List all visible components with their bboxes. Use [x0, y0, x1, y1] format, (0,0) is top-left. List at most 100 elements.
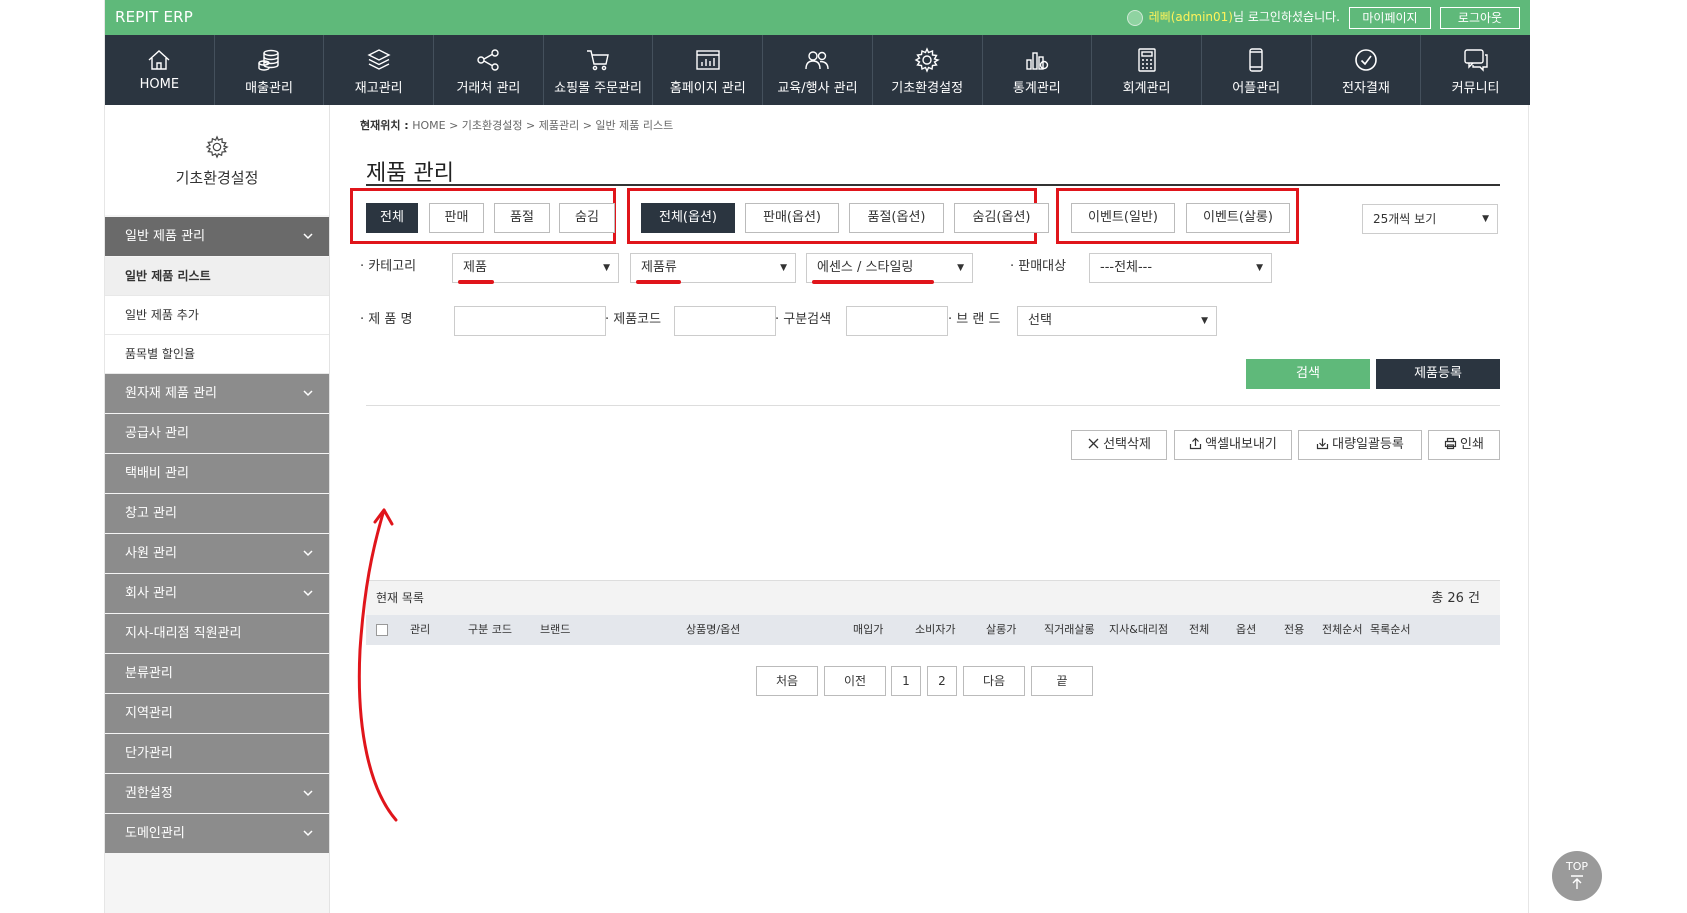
pager-next-button[interactable]: 다음	[963, 666, 1025, 696]
sidebar-item-general-products[interactable]: 일반 제품 관리	[105, 217, 329, 256]
brand-logo[interactable]: REPIT ERP	[115, 0, 193, 35]
sidebar-item-label: 원자재 제품 관리	[125, 386, 217, 401]
nav-accounting[interactable]: 회계관리	[1092, 35, 1202, 105]
sidebar-sub-discount-rate[interactable]: 품목별 할인율	[105, 335, 329, 374]
close-icon	[1088, 438, 1099, 449]
nav-education[interactable]: 교육/행사 관리	[763, 35, 873, 105]
sidebar-item-label: 권한설정	[125, 786, 173, 801]
sidebar-item-label: 사원 관리	[125, 546, 177, 561]
caret-down-icon: ▼	[780, 263, 787, 273]
pager-page-2[interactable]: 2	[927, 666, 957, 696]
nav-homepage[interactable]: 홈페이지 관리	[653, 35, 764, 105]
export-excel-button[interactable]: 액셀내보내기	[1174, 430, 1292, 460]
logout-button[interactable]: 로그아웃	[1440, 7, 1520, 29]
mypage-button[interactable]: 마이페이지	[1349, 7, 1431, 29]
breadcrumb: 현재위치 : HOME > 기초환경설정 > 제품관리 > 일반 제품 리스트	[360, 117, 673, 133]
search-button[interactable]: 검색	[1246, 359, 1370, 389]
sidebar-item-classification[interactable]: 분류관리	[105, 654, 329, 693]
category-select-3[interactable]: 에센스 / 스타일링 ▼	[806, 253, 973, 283]
top-bar: REPIT ERP 레삐(admin01)님 로그인하셨습니다. 마이페이지 로…	[105, 0, 1530, 35]
nav-statistics[interactable]: 통계관리	[983, 35, 1093, 105]
select-all-checkbox[interactable]	[376, 624, 388, 636]
annotation-underline	[458, 280, 494, 284]
nav-sales[interactable]: 매출관리	[215, 35, 325, 105]
chevron-down-icon	[303, 550, 313, 557]
sale-target-label: · 판매대상	[1010, 259, 1067, 274]
nav-partners[interactable]: 거래처 관리	[434, 35, 544, 105]
filter-soldout-button[interactable]: 품절	[494, 203, 550, 233]
breadcrumb-path: HOME > 기초환경설정 > 제품관리 > 일반 제품 리스트	[408, 119, 674, 132]
nav-home[interactable]: HOME	[105, 35, 215, 105]
scroll-top-button[interactable]: TOP	[1552, 851, 1602, 901]
table-header: 관리 구분 코드 브랜드 상품명/옵션 매입가 소비자가 살롱가 직거래살롱 지…	[366, 615, 1500, 645]
filter-all-button[interactable]: 전체	[366, 203, 418, 233]
product-code-input[interactable]	[674, 306, 776, 336]
section-divider	[366, 405, 1500, 406]
top-label: TOP	[1565, 860, 1588, 873]
category-label: · 카테고리	[360, 259, 417, 274]
delete-selected-button[interactable]: 선택삭제	[1071, 430, 1167, 460]
nav-label: 기초환경설정	[891, 81, 964, 96]
sidebar-item-warehouse[interactable]: 창고 관리	[105, 494, 329, 533]
download-icon	[1317, 438, 1329, 450]
user-name: 레삐(admin01)	[1148, 10, 1233, 24]
sidebar-item-unit-price[interactable]: 단가관리	[105, 734, 329, 773]
filter-sale-option-button[interactable]: 판매(옵션)	[745, 203, 839, 233]
pager-last-button[interactable]: 끝	[1031, 666, 1093, 696]
layers-icon	[367, 49, 391, 70]
print-button[interactable]: 인쇄	[1428, 430, 1500, 460]
filter-all-option-button[interactable]: 전체(옵션)	[641, 203, 735, 233]
login-message: 님 로그인하셨습니다.	[1233, 10, 1340, 24]
sidebar-item-company[interactable]: 회사 관리	[105, 574, 329, 613]
column-header: 전체순서	[1322, 623, 1363, 636]
bulk-register-button[interactable]: 대량일괄등록	[1298, 430, 1422, 460]
sidebar-title: 기초환경설정	[175, 169, 259, 187]
sidebar-sub-product-list[interactable]: 일반 제품 리스트	[105, 257, 329, 296]
nav-inventory[interactable]: 재고관리	[324, 35, 435, 105]
nav-label: 거래처 관리	[456, 81, 521, 96]
nav-basic-settings[interactable]: 기초환경설정	[873, 35, 983, 105]
nav-approval[interactable]: 전자결재	[1312, 35, 1422, 105]
sidebar-item-delivery-fee[interactable]: 택배비 관리	[105, 454, 329, 493]
nav-community[interactable]: 커뮤니티	[1421, 35, 1530, 105]
sidebar-sub-product-add[interactable]: 일반 제품 추가	[105, 296, 329, 335]
cart-icon	[587, 50, 609, 71]
category-select-1[interactable]: 제품 ▼	[452, 253, 619, 283]
tool-label: 대량일괄등록	[1332, 437, 1404, 452]
pager-page-1[interactable]: 1	[891, 666, 921, 696]
nav-apps[interactable]: 어플관리	[1202, 35, 1312, 105]
sidebar-item-domain[interactable]: 도메인관리	[105, 814, 329, 853]
arrow-up-icon	[1571, 875, 1583, 889]
sidebar-item-label: 일반 제품 관리	[125, 229, 206, 244]
filter-hidden-option-button[interactable]: 숨김(옵션)	[954, 203, 1049, 233]
column-header: 브랜드	[540, 623, 571, 636]
share-icon	[477, 49, 500, 71]
product-name-input[interactable]	[454, 306, 606, 336]
column-header: 옵션	[1236, 623, 1257, 636]
sidebar-item-supplier[interactable]: 공급사 관리	[105, 414, 329, 453]
filter-hidden-button[interactable]: 숨김	[559, 203, 615, 233]
brand-select[interactable]: 선택 ▼	[1017, 306, 1217, 336]
column-header: 직거래살롱	[1044, 623, 1095, 636]
pager-prev-button[interactable]: 이전	[824, 666, 886, 696]
sidebar-item-employee[interactable]: 사원 관리	[105, 534, 329, 573]
category-select-2[interactable]: 제품류 ▼	[630, 253, 796, 283]
sale-target-select[interactable]: ---전체--- ▼	[1089, 253, 1272, 283]
sidebar-item-raw-material[interactable]: 원자재 제품 관리	[105, 374, 329, 413]
section-search-input[interactable]	[846, 306, 948, 336]
sidebar-item-branch-staff[interactable]: 지사-대리점 직원관리	[105, 614, 329, 653]
total-count: 총 26 건	[1431, 581, 1480, 616]
filter-event-salon-button[interactable]: 이벤트(살롱)	[1186, 203, 1290, 233]
filter-event-general-button[interactable]: 이벤트(일반)	[1071, 203, 1175, 233]
sidebar-item-region[interactable]: 지역관리	[105, 694, 329, 733]
filter-soldout-option-button[interactable]: 품절(옵션)	[849, 203, 944, 233]
register-product-button[interactable]: 제품등록	[1376, 359, 1500, 389]
nav-shop-orders[interactable]: 쇼핑몰 주문관리	[544, 35, 654, 105]
caret-down-icon: ▼	[1482, 214, 1489, 224]
page-size-select[interactable]: 25개씩 보기 ▼	[1362, 204, 1498, 234]
pager-first-button[interactable]: 처음	[756, 666, 818, 696]
sidebar-item-label: 공급사 관리	[125, 426, 189, 441]
filter-sale-button[interactable]: 판매	[429, 203, 484, 233]
browser-icon	[696, 50, 720, 70]
sidebar-item-permissions[interactable]: 권한설정	[105, 774, 329, 813]
